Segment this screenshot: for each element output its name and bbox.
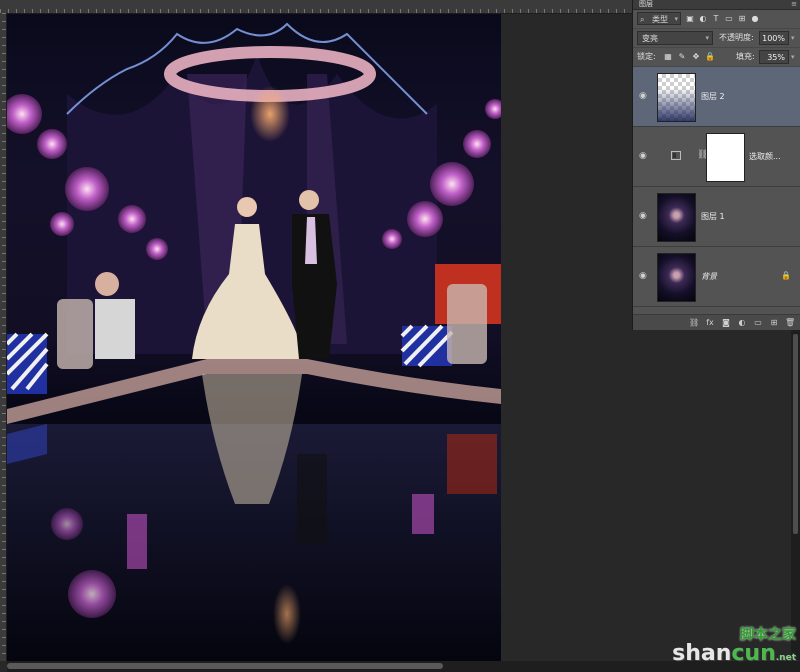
opacity-label: 不透明度: [719,33,754,42]
chevron-down-icon: ▾ [674,15,678,23]
striped-table-left [7,332,49,394]
new-group-icon[interactable]: ▭ [753,318,763,327]
filter-kind-label: 类型 [652,15,668,24]
layer-name[interactable]: 图层 2 [701,67,725,126]
layer-name[interactable]: 背景 [701,247,717,306]
vertical-scroll-thumb[interactable] [793,334,798,534]
blend-mode-select[interactable]: 变亮 ▾ [637,31,713,45]
filter-icons: ▣ ◐ T ▭ ⊞ ● [685,13,760,24]
layer-name[interactable]: 图层 1 [701,187,725,246]
add-mask-icon[interactable]: ◙ [721,318,731,327]
filter-toggle-icon[interactable]: ● [750,13,760,24]
layer-filter-select[interactable]: ⌕ 类型 ▾ [637,12,681,25]
layer-row[interactable]: ◉ 背景 🔒 [633,247,800,307]
chevron-down-icon: ▾ [705,34,709,42]
lock-transparency-icon[interactable]: ▦ [663,51,673,62]
blend-row: 变亮 ▾ 不透明度: 100% ▾ [633,29,800,48]
watermark-domain: shancun.net [672,641,796,668]
panel-footer: ⛓ fx ◙ ◐ ▭ ⊞ 🗑 [633,314,800,330]
fill-label: 填充: [736,52,755,61]
opacity-dropdown-icon[interactable]: ▾ [791,29,795,47]
lock-icon: 🔒 [781,271,791,280]
fx-icon[interactable]: fx [705,318,715,327]
tab-layers[interactable]: 图层 [639,0,653,9]
panel-tab-bar: 图层 ≡ [633,0,800,10]
lock-all-icon[interactable]: 🔒 [705,51,715,62]
delete-layer-icon[interactable]: 🗑 [785,318,795,327]
opacity-input[interactable]: 100% [759,31,789,45]
layer-row[interactable]: ◉ 图层 1 [633,187,800,247]
layer-thumbnail[interactable] [657,253,696,302]
visibility-eye-icon[interactable]: ◉ [639,151,647,161]
visibility-eye-icon[interactable]: ◉ [639,211,647,221]
search-icon: ⌕ [640,15,645,24]
new-adjustment-icon[interactable]: ◐ [737,318,747,327]
blend-mode-value: 变亮 [642,34,658,43]
layer-name[interactable]: 选取颜... [749,127,781,186]
site-watermark: 脚本之家 shancun.net [672,624,796,668]
fill-dropdown-icon[interactable]: ▾ [791,48,795,66]
lock-image-icon[interactable]: ✎ [677,51,687,62]
layer-row[interactable]: ◉ ⛓ 选取颜... [633,127,800,187]
lock-row: 锁定: ▦ ✎ ✥ 🔒 填充: 35% ▾ [633,48,800,67]
watermark-net: .net [775,653,796,663]
vertical-scrollbar[interactable] [791,330,800,660]
visibility-eye-icon[interactable]: ◉ [639,271,647,281]
layer-thumbnail[interactable] [657,73,696,122]
new-layer-icon[interactable]: ⊞ [769,318,779,327]
vertical-ruler [0,13,7,661]
fill-input[interactable]: 35% [759,50,789,64]
document-image[interactable] [7,14,501,661]
layer-thumbnail[interactable] [657,193,696,242]
watermark-cun: cun [731,641,776,666]
panel-menu-icon[interactable]: ≡ [791,0,797,9]
visibility-eye-icon[interactable]: ◉ [639,91,647,101]
layer-mask-thumbnail[interactable] [706,133,745,182]
type-filter-icon[interactable]: T [711,13,721,24]
lock-position-icon[interactable]: ✥ [691,51,701,62]
horizontal-scroll-thumb[interactable] [7,663,443,669]
horizontal-ruler [0,0,632,14]
wedding-photo [7,22,501,661]
lock-icons: ▦ ✎ ✥ 🔒 [663,51,715,62]
striped-table-right [400,324,454,368]
link-layers-icon[interactable]: ⛓ [689,318,699,327]
adjustment-layer-icon[interactable] [671,151,681,160]
layers-panel: 图层 ≡ ⌕ 类型 ▾ ▣ ◐ T ▭ ⊞ ● 变亮 ▾ 不透明度: 100% … [632,0,800,330]
pixel-filter-icon[interactable]: ▣ [685,13,695,24]
smart-object-filter-icon[interactable]: ⊞ [737,13,747,24]
layer-row[interactable]: ◉ 图层 2 [633,67,800,127]
watermark-shan: shan [672,641,732,666]
lock-label: 锁定: [637,52,656,61]
filter-row: ⌕ 类型 ▾ ▣ ◐ T ▭ ⊞ ● [633,10,800,29]
shape-filter-icon[interactable]: ▭ [724,13,734,24]
adjustment-filter-icon[interactable]: ◐ [698,13,708,24]
